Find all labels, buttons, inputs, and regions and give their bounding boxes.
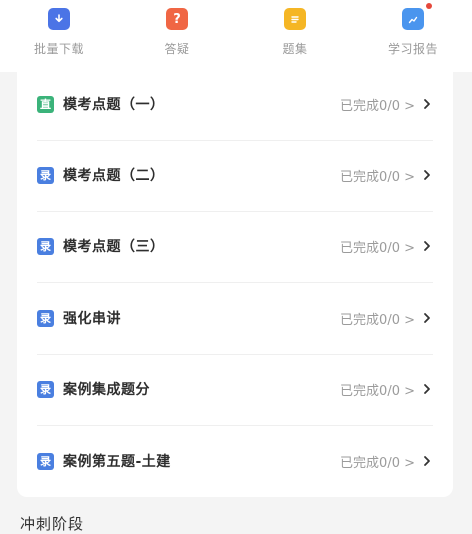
lesson-title: 模考点题（二）: [63, 168, 165, 184]
lesson-title: 强化串讲: [63, 311, 121, 327]
recorded-badge: 录: [37, 309, 54, 327]
completion-status: 已完成0/0 >: [340, 312, 415, 328]
chevron-right-icon: [423, 98, 433, 110]
list-item[interactable]: 录 模考点题（三） 已完成0/0 >: [37, 218, 433, 283]
chevron-right-icon: [423, 169, 433, 181]
download-icon: [48, 8, 70, 30]
tab-qa[interactable]: ? 答疑: [118, 0, 236, 72]
lesson-list-card: 直 模考点题（一） 已完成0/0 > 录 模考点题（二） 已完成0/0 > 录 …: [17, 72, 453, 497]
tab-label: 题集: [282, 42, 308, 56]
tab-question-set[interactable]: 题集: [236, 0, 354, 72]
live-badge: 直: [37, 95, 54, 113]
recorded-badge: 录: [37, 380, 54, 398]
recorded-badge: 录: [37, 166, 54, 184]
top-tab-bar: 批量下载 ? 答疑 题集 学习报告: [0, 0, 472, 72]
chevron-right-icon: [423, 240, 433, 252]
list-item[interactable]: 录 强化串讲 已完成0/0 >: [37, 290, 433, 355]
report-icon: [402, 3, 432, 30]
recorded-badge: 录: [37, 237, 54, 255]
section-title: 冲刺阶段: [20, 515, 85, 533]
lesson-title: 模考点题（一）: [63, 97, 165, 113]
notification-dot: [426, 3, 432, 9]
completion-status: 已完成0/0 >: [340, 169, 415, 185]
tab-batch-download[interactable]: 批量下载: [0, 0, 118, 72]
tab-label: 答疑: [164, 42, 190, 56]
recorded-badge: 录: [37, 452, 54, 470]
list-item[interactable]: 录 模考点题（二） 已完成0/0 >: [37, 147, 433, 212]
completion-status: 已完成0/0 >: [340, 455, 415, 471]
lesson-title: 案例第五题-土建: [63, 454, 171, 470]
lesson-title: 案例集成题分: [63, 382, 150, 398]
list-item[interactable]: 录 案例第五题-土建 已完成0/0 >: [37, 433, 433, 489]
list-item[interactable]: 直 模考点题（一） 已完成0/0 >: [37, 76, 433, 141]
completion-status: 已完成0/0 >: [340, 98, 415, 114]
chevron-right-icon: [423, 383, 433, 395]
completion-status: 已完成0/0 >: [340, 240, 415, 256]
chevron-right-icon: [423, 312, 433, 324]
lesson-title: 模考点题（三）: [63, 239, 165, 255]
tab-label: 批量下载: [33, 42, 84, 56]
completion-status: 已完成0/0 >: [340, 383, 415, 399]
list-item[interactable]: 录 案例集成题分 已完成0/0 >: [37, 361, 433, 426]
tab-label: 学习报告: [387, 42, 438, 56]
tab-study-report[interactable]: 学习报告: [354, 0, 472, 72]
document-icon: [284, 8, 306, 30]
chevron-right-icon: [423, 455, 433, 467]
question-icon: ?: [166, 8, 188, 30]
